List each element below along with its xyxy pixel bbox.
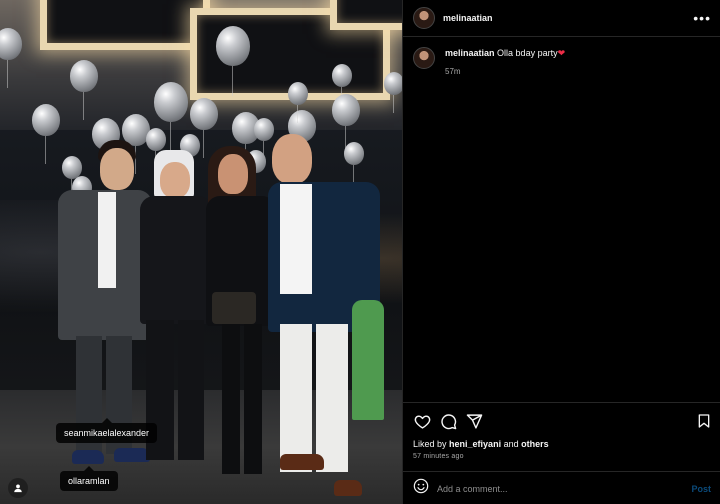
balloon xyxy=(32,104,60,164)
post-side-panel: melinaatian ••• melinaatian Olla bday pa… xyxy=(402,0,720,504)
user-tag-button[interactable] xyxy=(8,478,28,498)
balloon xyxy=(190,98,218,158)
comment-composer: Post xyxy=(403,471,720,504)
post-photo[interactable]: seanmikaelalexander ollaramlan xyxy=(0,0,402,504)
caption-text: Olla bday party xyxy=(497,48,558,58)
balloon xyxy=(154,82,188,152)
likes-summary: Liked by heni_efiyani and others xyxy=(413,439,549,449)
comment-icon xyxy=(440,413,456,429)
heart-icon xyxy=(414,414,430,429)
share-button[interactable] xyxy=(465,412,483,430)
emoji-button[interactable] xyxy=(413,478,429,499)
balloon xyxy=(70,60,98,120)
post-comment-button[interactable]: Post xyxy=(691,484,711,494)
balloon xyxy=(288,82,308,123)
smiley-icon xyxy=(413,478,429,494)
caption-username[interactable]: melinaatian xyxy=(445,48,495,58)
balloon xyxy=(344,142,364,183)
caption-timestamp: 57m xyxy=(445,67,461,76)
photo-tag[interactable]: seanmikaelalexander xyxy=(56,418,158,443)
photo-tag[interactable]: ollaramlan xyxy=(60,466,118,491)
liked-by-username[interactable]: heni_efiyani xyxy=(449,439,501,449)
avatar[interactable] xyxy=(413,47,435,69)
likes-others-link[interactable]: others xyxy=(521,439,549,449)
more-icon: ••• xyxy=(693,10,711,26)
post-author-username[interactable]: melinaatian xyxy=(443,13,493,23)
likes-prefix: Liked by xyxy=(413,439,447,449)
photo-tag-label: seanmikaelalexander xyxy=(64,428,150,438)
post-timestamp: 57 minutes ago xyxy=(413,453,464,460)
balloon xyxy=(146,128,166,169)
balloon xyxy=(332,94,360,154)
photo-tag-label: ollaramlan xyxy=(68,476,110,486)
post-caption: melinaatian Olla bday party❤ 57m xyxy=(413,47,713,76)
more-options-button[interactable]: ••• xyxy=(693,11,711,25)
comment-input[interactable] xyxy=(437,483,692,494)
balloon xyxy=(254,118,274,159)
ceiling-light xyxy=(330,0,402,30)
bookmark-icon xyxy=(698,414,710,428)
user-tag-icon xyxy=(14,484,22,493)
balloon xyxy=(332,64,352,105)
send-icon xyxy=(466,413,482,429)
balloon xyxy=(384,72,402,113)
avatar[interactable] xyxy=(413,7,435,29)
heart-emoji: ❤ xyxy=(557,48,566,58)
balloon xyxy=(216,26,250,96)
post-header: melinaatian ••• xyxy=(403,0,720,37)
save-button[interactable] xyxy=(695,412,713,430)
likes-connector: and xyxy=(503,439,519,449)
background-guest xyxy=(352,300,384,420)
comment-button[interactable] xyxy=(439,412,457,430)
ceiling-light xyxy=(40,0,210,50)
post-actions: Liked by heni_efiyani and others 57 minu… xyxy=(403,402,720,504)
like-button[interactable] xyxy=(413,412,431,430)
